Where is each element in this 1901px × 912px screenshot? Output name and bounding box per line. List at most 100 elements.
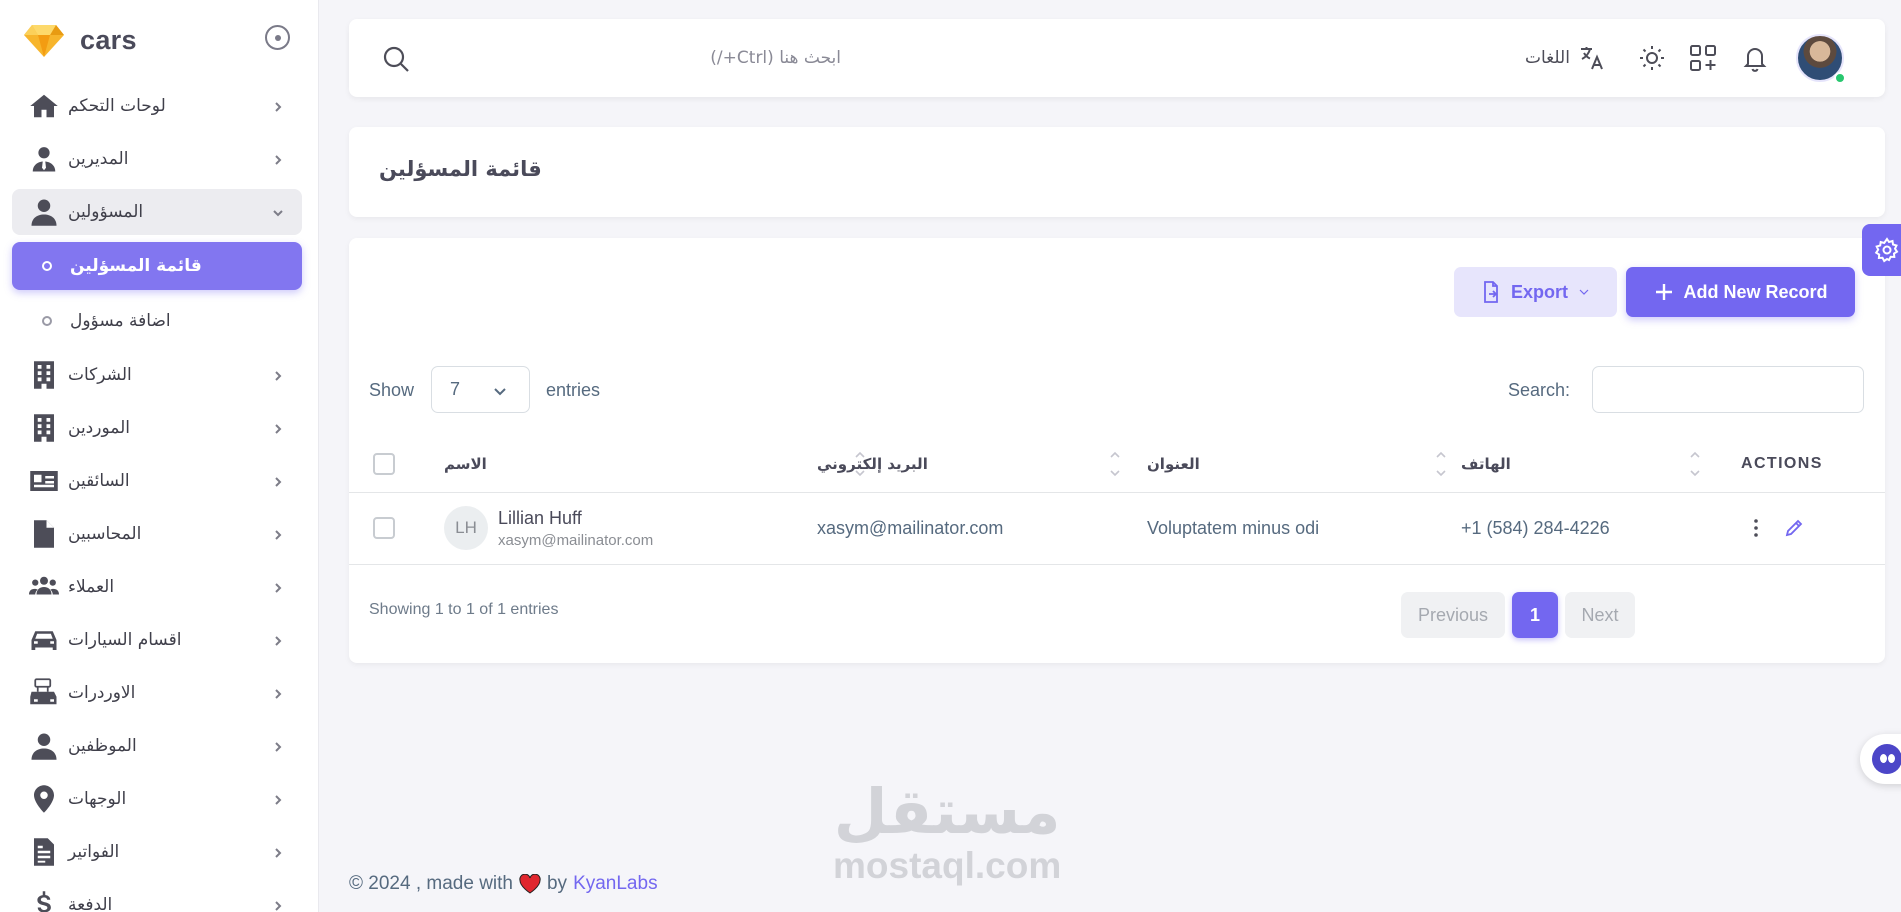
sidebar-toggle-button[interactable] (265, 25, 290, 50)
sidebar-item-label: المديرين (68, 149, 129, 169)
sun-theme-icon[interactable] (1637, 43, 1667, 73)
address-cell: Voluptatem minus odi (1139, 492, 1453, 565)
id-card-icon (28, 465, 60, 497)
sidebar-item-employees[interactable]: الموظفين (12, 723, 302, 769)
brand[interactable]: cars (24, 20, 137, 60)
rent-car-icon (28, 677, 60, 709)
sidebar-item-admins[interactable]: المسؤولين (12, 189, 302, 235)
sidebar-item-customers[interactable]: العملاء (12, 564, 302, 610)
select-all-header (349, 436, 439, 493)
sidebar-item-drivers[interactable]: السائقين (12, 458, 302, 504)
home-icon (28, 90, 60, 122)
chevron-right-icon (272, 581, 284, 593)
pagination: Previous 1 Next (1401, 592, 1635, 638)
sort-arrows-icon (1109, 450, 1121, 478)
chevron-right-icon (272, 153, 284, 165)
bell-icon[interactable] (1740, 43, 1770, 73)
page-header-card: قائمة المسؤلين (349, 127, 1885, 217)
page-title: قائمة المسؤلين (379, 157, 542, 181)
column-header-phone[interactable]: الهاتف (1453, 436, 1733, 493)
footer-company-link[interactable]: KyanLabs (573, 873, 658, 895)
sort-arrows-icon (1435, 450, 1447, 478)
sidebar-item-payments[interactable]: الدفعة (12, 882, 302, 912)
heart-icon (519, 874, 541, 894)
select-all-checkbox[interactable] (373, 452, 395, 475)
sidebar-item-destinations[interactable]: الوجهات (12, 776, 302, 822)
chatbot-icon (1872, 744, 1901, 774)
chat-widget-button[interactable] (1860, 734, 1901, 784)
chevron-right-icon (272, 846, 284, 858)
column-header-label: العنوان (1147, 454, 1200, 473)
circle-bullet-icon (42, 261, 52, 271)
chevron-right-icon (272, 475, 284, 487)
grid-shortcuts-icon[interactable] (1688, 43, 1718, 73)
plus-icon (1656, 284, 1673, 300)
column-header-label: البريد إلكتروني (817, 454, 928, 473)
entries-select-value: 7 (450, 379, 461, 399)
edit-pencil-icon[interactable] (1783, 517, 1805, 539)
watermark-arabic: مستقل (833, 775, 1061, 848)
sidebar-item-suppliers[interactable]: الموردين (12, 405, 302, 451)
language-switcher[interactable]: اللغات (1525, 44, 1606, 72)
table-header-row: الاسم البريد إلكتروني العنوان الهاتف ACT… (349, 436, 1885, 493)
actions-cell (1733, 492, 1885, 565)
table-row: LH Lillian Huff xasym@mailinator.com xas… (349, 492, 1885, 565)
chevron-right-icon (272, 422, 284, 434)
brand-name: cars (80, 24, 137, 55)
add-new-record-button[interactable]: Add New Record (1626, 267, 1855, 317)
watermark-english: mostaql.com (833, 845, 1062, 886)
user-sub-email: xasym@mailinator.com (498, 531, 654, 549)
sidebar-item-label: الدفعة (68, 895, 113, 912)
sidebar-subitem-add-admin[interactable]: اضافة مسؤول (12, 297, 302, 345)
customizer-toggle-button[interactable] (1862, 224, 1901, 276)
sidebar-item-label: الموردين (68, 418, 130, 438)
row-checkbox[interactable] (373, 517, 395, 539)
sidebar-item-managers[interactable]: المديرين (12, 136, 302, 182)
row-select-cell (349, 492, 439, 565)
sidebar-item-invoices[interactable]: الفواتير (12, 829, 302, 875)
next-page-button[interactable]: Next (1565, 592, 1635, 638)
table-search-input[interactable] (1592, 366, 1864, 413)
file-export-icon (1484, 281, 1498, 303)
sidebar-menu: لوحات التحكم المديرين المسؤولين قائمة ال… (12, 83, 302, 912)
export-label: Export (1510, 281, 1568, 302)
language-label: اللغات (1525, 48, 1570, 68)
sidebar-item-label: الوجهات (68, 789, 127, 809)
sidebar-item-label: لوحات التحكم (68, 96, 166, 116)
previous-page-button[interactable]: Previous (1401, 592, 1505, 638)
more-vertical-icon[interactable] (1745, 517, 1767, 539)
sidebar-item-dashboards[interactable]: لوحات التحكم (12, 83, 302, 129)
footer-by: by (546, 873, 568, 894)
sidebar: cars لوحات التحكم المديرين المسؤولين قائ… (0, 0, 319, 912)
sidebar-item-accountants[interactable]: المحاسبين (12, 511, 302, 557)
sidebar-subitem-admins-list[interactable]: قائمة المسؤلين (12, 242, 302, 290)
users-icon (28, 571, 60, 603)
chevron-right-icon (272, 740, 284, 752)
search-icon[interactable] (381, 44, 411, 74)
gear-icon (1874, 237, 1899, 263)
export-button[interactable]: Export (1454, 267, 1617, 317)
sidebar-item-label: المسؤولين (68, 202, 144, 222)
global-search-input[interactable] (421, 41, 841, 75)
footer: © 2024 , made with by KyanLabs (349, 873, 658, 895)
entries-per-page-select[interactable]: 7 (431, 366, 530, 413)
sidebar-item-label: اضافة مسؤول (70, 311, 171, 331)
sidebar-item-companies[interactable]: الشركات (12, 352, 302, 398)
table-search-label: Search: (1508, 380, 1571, 400)
sidebar-item-label: اقسام السيارات (68, 630, 182, 650)
admins-table-card: Export Add New Record Show 7 entries Sea… (349, 238, 1885, 663)
sidebar-item-orders[interactable]: الاوردرات (12, 670, 302, 716)
email-cell: xasym@mailinator.com (809, 492, 1139, 565)
top-navbar: اللغات (349, 19, 1885, 97)
column-header-name[interactable]: الاسم (439, 436, 865, 493)
watermark: مستقل mostaql.com (833, 780, 1061, 886)
sidebar-item-car-categories[interactable]: اقسام السيارات (12, 617, 302, 663)
showing-entries-info: Showing 1 to 1 of 1 entries (369, 601, 559, 618)
sidebar-item-label: الموظفين (68, 736, 137, 756)
sidebar-item-label: العملاء (68, 577, 115, 597)
sidebar-item-label: الفواتير (68, 842, 120, 862)
column-header-email[interactable]: البريد إلكتروني (809, 436, 1139, 493)
page-1-button[interactable]: 1 (1512, 592, 1558, 638)
map-pin-icon (28, 783, 60, 815)
column-header-address[interactable]: العنوان (1139, 436, 1453, 493)
